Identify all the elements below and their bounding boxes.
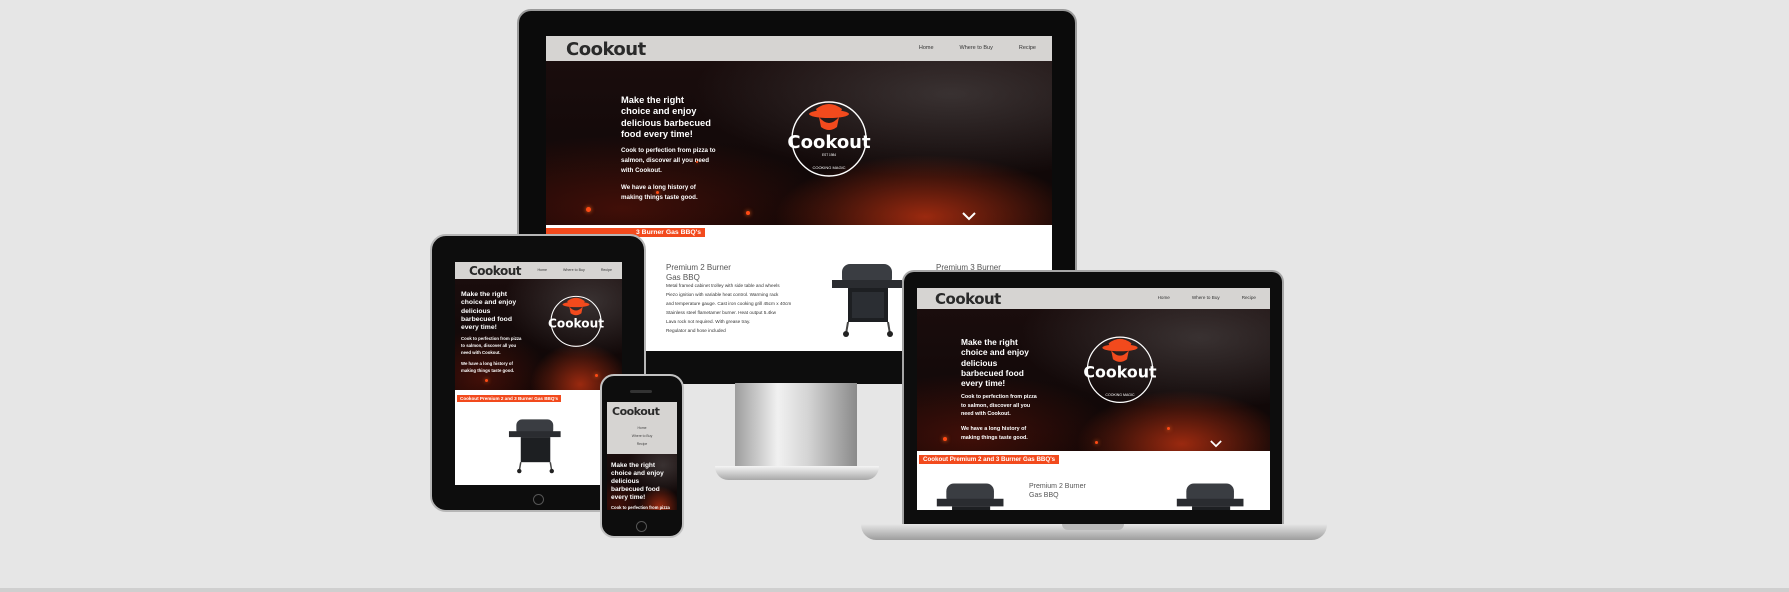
emblem-arc-bottom: COOKING MAGIC bbox=[1105, 393, 1135, 397]
section-banner: Cookout Premium 2 and 3 Burner Gas BBQ's bbox=[919, 455, 1060, 464]
site-header: Cookout Home Where to Buy Recipe bbox=[546, 36, 1052, 61]
section-banner: Cookout Premium 2 and 3 Burner Gas BBQ's bbox=[457, 395, 562, 402]
hero-section: Make the right choice and enjoy deliciou… bbox=[455, 279, 622, 390]
monitor-stand-base bbox=[715, 466, 879, 480]
product-1-title: Premium 2 Burner Gas BBQ bbox=[1029, 483, 1086, 499]
ember bbox=[696, 161, 698, 163]
hero-text-block: Make the right choice and enjoy deliciou… bbox=[461, 291, 523, 375]
ember bbox=[1167, 427, 1170, 430]
hero-sub-2: We have a long history of making things … bbox=[961, 426, 1028, 441]
ember bbox=[595, 374, 598, 377]
hero-text-block: Make the right choice and enjoy deliciou… bbox=[611, 462, 673, 510]
emblem-brand: Cookout bbox=[548, 316, 604, 330]
main-nav: Home Where to Buy Recipe bbox=[1158, 295, 1256, 300]
site-header: Cookout Home Where to Buy Recipe bbox=[917, 288, 1270, 309]
ember bbox=[746, 211, 750, 215]
hero-sub-2: We have a long history of making things … bbox=[461, 361, 515, 374]
site-logo[interactable]: Cookout bbox=[566, 39, 646, 60]
nav-where-to-buy[interactable]: Where to Buy bbox=[960, 45, 993, 51]
nav-recipe[interactable]: Recipe bbox=[1242, 295, 1256, 300]
ember bbox=[485, 379, 488, 382]
chef-hat-emblem-icon: Cookout bbox=[548, 295, 604, 347]
laptop-notch bbox=[1062, 524, 1124, 530]
nav-where-to-buy[interactable]: Where to Buy bbox=[607, 434, 677, 438]
ember bbox=[1095, 441, 1098, 444]
hero-section: Make the right choice and enjoy deliciou… bbox=[607, 454, 677, 510]
emblem-brand: Cookout bbox=[787, 132, 871, 153]
site-logo[interactable]: Cookout bbox=[935, 290, 1001, 308]
nav-where-to-buy[interactable]: Where to Buy bbox=[563, 268, 585, 272]
chef-hat-emblem-icon: Cookout EST 1984 COOKING MAGIC bbox=[787, 101, 871, 177]
bottom-strip bbox=[0, 588, 1789, 592]
hero-sub-1: Cook to perfection from pizza to salmon,… bbox=[611, 504, 670, 510]
phone-screen: Cookout Home Where to Buy Recipe Make th… bbox=[607, 402, 677, 510]
nav-recipe[interactable]: Recipe bbox=[1019, 45, 1036, 51]
hero-text-block: Make the right choice and enjoy deliciou… bbox=[961, 337, 1041, 442]
hero-headline: Make the right choice and enjoy deliciou… bbox=[621, 95, 711, 139]
spec-line: Metal framed cabinet trolley with side t… bbox=[666, 283, 780, 288]
hero-section: Make the right choice and enjoy deliciou… bbox=[917, 309, 1270, 451]
spec-line: Lava rock not required. With grease tray… bbox=[666, 318, 751, 324]
monitor-stand-neck bbox=[735, 383, 857, 470]
grill-icon bbox=[508, 419, 561, 474]
chef-hat-emblem-icon: Cookout COOKING MAGIC bbox=[1083, 336, 1157, 403]
laptop-screen: Cookout Home Where to Buy Recipe Make th… bbox=[917, 288, 1270, 510]
chevron-down-icon[interactable] bbox=[962, 212, 976, 221]
section-banner-text: 3 Burner Gas BBQ's bbox=[636, 229, 702, 236]
hero-sub-1: Cook to perfection from pizza to salmon,… bbox=[961, 394, 1037, 417]
product-1-specs: Metal framed cabinet trolley with side t… bbox=[666, 282, 791, 336]
main-nav: Home Where to Buy Recipe bbox=[919, 45, 1036, 51]
phone-home-button bbox=[636, 521, 647, 532]
nav-recipe[interactable]: Recipe bbox=[607, 442, 677, 446]
grill-icon bbox=[936, 483, 1004, 510]
hero-sub-1: Cook to perfection from pizza to salmon,… bbox=[621, 147, 716, 174]
grill-icon bbox=[1176, 483, 1244, 510]
hero-headline: Make the right choice and enjoy deliciou… bbox=[611, 462, 664, 501]
ember bbox=[943, 437, 947, 441]
chevron-down-icon[interactable] bbox=[1210, 440, 1222, 448]
hero-sub-2: We have a long history of making things … bbox=[621, 184, 698, 201]
tablet-home-button bbox=[533, 494, 544, 505]
site-logo[interactable]: Cookout bbox=[612, 405, 660, 418]
site-header: Cookout Home Where to Buy Recipe bbox=[455, 262, 622, 279]
tablet-screen: Cookout Home Where to Buy Recipe Make th… bbox=[455, 262, 622, 485]
ember bbox=[656, 191, 659, 194]
grill-icon bbox=[832, 264, 902, 337]
nav-where-to-buy[interactable]: Where to Buy bbox=[1192, 295, 1220, 300]
hero-sub-1: Cook to perfection from pizza to salmon,… bbox=[461, 336, 522, 355]
hero-section: Make the right choice and enjoy deliciou… bbox=[546, 61, 1052, 225]
hero-headline: Make the right choice and enjoy deliciou… bbox=[961, 337, 1029, 388]
nav-recipe[interactable]: Recipe bbox=[601, 268, 612, 272]
spec-line: Stainless steel flametamer burner. Heat … bbox=[666, 309, 776, 315]
nav-home[interactable]: Home bbox=[537, 268, 547, 272]
spec-line: Regulator and hose included bbox=[666, 327, 726, 333]
hero-headline: Make the right choice and enjoy deliciou… bbox=[461, 291, 517, 332]
nav-home[interactable]: Home bbox=[1158, 295, 1170, 300]
phone-speaker bbox=[630, 390, 652, 393]
ember bbox=[586, 207, 591, 212]
emblem-arc-bottom: COOKING MAGIC bbox=[812, 165, 845, 170]
hero-text-block: Make the right choice and enjoy deliciou… bbox=[621, 95, 716, 202]
nav-home[interactable]: Home bbox=[607, 426, 677, 430]
spec-line: and temperature gauge. Cast iron cooking… bbox=[666, 300, 792, 306]
spec-line: Piezo ignition with variable heat contro… bbox=[666, 291, 779, 297]
product-1-title: Premium 2 Burner Gas BBQ bbox=[666, 263, 731, 282]
site-header: Cookout Home Where to Buy Recipe bbox=[607, 402, 677, 454]
main-nav: Home Where to Buy Recipe bbox=[537, 268, 612, 272]
emblem-brand: Cookout bbox=[1083, 363, 1157, 382]
site-logo[interactable]: Cookout bbox=[469, 264, 521, 278]
emblem-est: EST 1984 bbox=[822, 153, 836, 157]
nav-home[interactable]: Home bbox=[919, 45, 934, 51]
